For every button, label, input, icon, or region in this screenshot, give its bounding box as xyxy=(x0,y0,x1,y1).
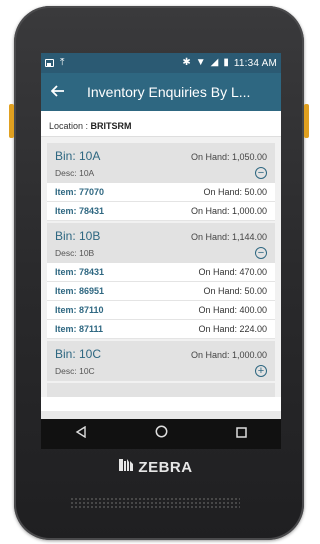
zebra-logo-icon xyxy=(118,458,134,476)
bin-list: Bin: 10A On Hand: 1,050.00 Desc: 10A − I… xyxy=(41,137,281,397)
collapse-icon[interactable]: − xyxy=(255,247,267,259)
item-on-hand: On Hand: 400.00 xyxy=(198,305,267,315)
clock: 11:34 AM xyxy=(233,57,277,69)
recents-icon[interactable] xyxy=(236,425,247,443)
item-on-hand: On Hand: 224.00 xyxy=(198,324,267,334)
bin-header[interactable]: Bin: 10A On Hand: 1,050.00 Desc: 10A − xyxy=(47,143,275,183)
collapse-icon[interactable]: − xyxy=(255,167,267,179)
bin-header[interactable]: Bin: 10B On Hand: 1,144.00 Desc: 10B − xyxy=(47,223,275,263)
item-on-hand: On Hand: 50.00 xyxy=(203,286,267,296)
location-row: Location : BRITSRM xyxy=(41,111,281,137)
side-scan-button-left[interactable] xyxy=(9,104,14,138)
back-arrow-icon[interactable] xyxy=(50,82,75,102)
list-item[interactable]: Item: 87110 On Hand: 400.00 xyxy=(47,301,275,320)
bin-on-hand: On Hand: 1,050.00 xyxy=(190,152,267,162)
battery-icon: ▮ xyxy=(223,57,229,68)
location-value: BRITSRM xyxy=(90,121,132,131)
bluetooth-icon: ✱ xyxy=(182,57,191,68)
item-code: Item: 78431 xyxy=(55,267,105,277)
upload-icon: ⤒ xyxy=(60,57,65,68)
image-icon xyxy=(45,59,54,67)
wifi-icon: ▼ xyxy=(195,57,206,68)
item-code: Item: 77070 xyxy=(55,187,105,197)
side-scan-button-right[interactable] xyxy=(304,104,309,138)
bin-title: Bin: 10B xyxy=(55,229,101,243)
list-item[interactable]: Item: 78431 On Hand: 470.00 xyxy=(47,263,275,282)
signal-icon: ◢ xyxy=(210,57,219,68)
bin-title: Bin: 10A xyxy=(55,149,101,163)
item-code: Item: 87110 xyxy=(55,305,104,315)
bin-title: Bin: 10C xyxy=(55,347,102,361)
location-label: Location : xyxy=(49,121,89,131)
status-bar: ⤒ ✱ ▼ ◢ ▮ 11:34 AM xyxy=(41,53,281,73)
list-item[interactable]: Item: 77070 On Hand: 50.00 xyxy=(47,183,275,202)
expand-icon[interactable]: + xyxy=(255,365,267,377)
bin-desc: Desc: 10C xyxy=(55,366,95,376)
item-on-hand: On Hand: 1,000.00 xyxy=(190,206,267,216)
list-item[interactable]: Item: 87111 On Hand: 224.00 xyxy=(47,320,275,339)
brand-name: ZEBRA xyxy=(138,459,193,476)
list-item[interactable]: Item: 78431 On Hand: 1,000.00 xyxy=(47,202,275,221)
item-code: Item: 86951 xyxy=(55,286,105,296)
item-code: Item: 87111 xyxy=(55,324,104,334)
content-area: Location : BRITSRM Bin: 10A On Hand: 1,0… xyxy=(41,111,281,411)
bin-desc: Desc: 10B xyxy=(55,248,95,258)
item-on-hand: On Hand: 50.00 xyxy=(203,187,267,197)
bin-desc: Desc: 10A xyxy=(55,168,95,178)
bin-header-partial[interactable] xyxy=(47,383,275,397)
page-title: Inventory Enquiries By L... xyxy=(87,84,251,100)
speaker-grille xyxy=(70,497,240,509)
android-nav-bar xyxy=(41,419,281,449)
app-bar: Inventory Enquiries By L... xyxy=(41,73,281,111)
bin-on-hand: On Hand: 1,144.00 xyxy=(190,232,267,242)
bin-on-hand: On Hand: 1,000.00 xyxy=(190,350,267,360)
home-icon[interactable] xyxy=(155,425,168,443)
item-on-hand: On Hand: 470.00 xyxy=(198,267,267,277)
screen: ⤒ ✱ ▼ ◢ ▮ 11:34 AM Inventory Enquiries B… xyxy=(41,53,281,449)
list-item[interactable]: Item: 86951 On Hand: 50.00 xyxy=(47,282,275,301)
item-code: Item: 78431 xyxy=(55,206,105,216)
brand-logo: ZEBRA xyxy=(0,458,311,476)
bin-header[interactable]: Bin: 10C On Hand: 1,000.00 Desc: 10C + xyxy=(47,341,275,381)
back-icon[interactable] xyxy=(75,425,87,443)
